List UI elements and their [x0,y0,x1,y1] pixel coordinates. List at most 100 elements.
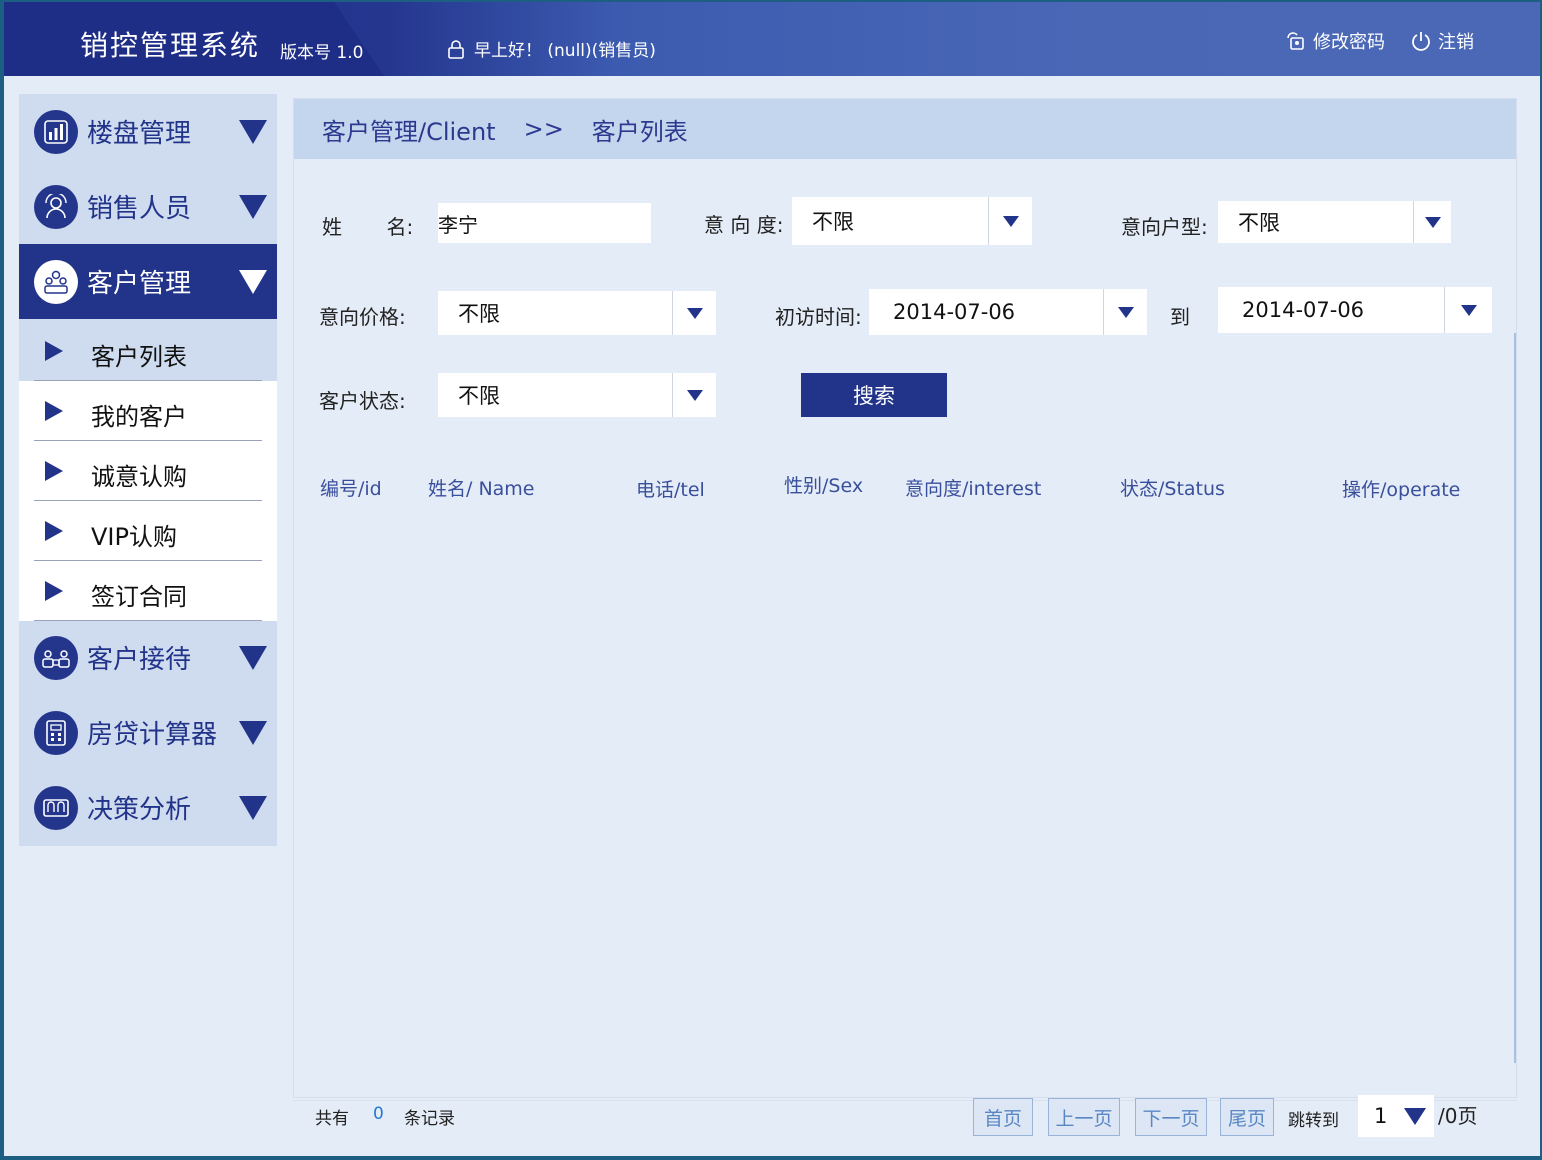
sidebar-item-decision-analysis[interactable]: 决策分析 [19,770,277,845]
submenu-item-label: 我的客户 [91,403,187,431]
app-window: 销控管理系统 版本号 1.0 早上好！ (null)(销售员) 修改密码 注销 [4,2,1540,1156]
chevron-down-icon[interactable] [988,197,1032,245]
caret-right-icon [45,521,63,541]
submenu-item-label: VIP认购 [91,523,177,551]
breadcrumb-current: 客户列表 [591,117,688,146]
submenu-item-label: 签订合同 [91,583,187,611]
name-input[interactable]: 李宁 [438,203,651,243]
column-header-operate: 操作/operate [1342,479,1461,501]
key-icon [1287,32,1304,50]
next-page-button[interactable]: 下一页 [1135,1098,1207,1136]
column-header-name: 姓名/ Name [428,478,535,500]
page-jump-value: 1 [1374,1104,1388,1128]
change-password-label: 修改密码 [1313,32,1385,53]
chevron-down-icon[interactable] [1413,201,1451,243]
jump-label: 跳转到 [1288,1111,1339,1131]
visit-from-select[interactable]: 2014-07-06 [869,289,1147,335]
status-select-value: 不限 [458,384,500,408]
chevron-down-icon [1404,1107,1426,1125]
column-header-sex: 性别/Sex [784,475,864,497]
sidebar-item-mortgage-calculator[interactable]: 房贷计算器 [19,695,277,770]
chevron-down-icon[interactable] [1444,287,1492,333]
customers-icon [34,259,78,304]
logout-button[interactable]: 注销 [1410,28,1474,54]
total-count: 0 [373,1104,384,1124]
chevron-down-icon [239,795,267,820]
price-select-value: 不限 [458,302,500,326]
column-header-id: 编号/id [320,478,382,500]
house-type-select-value: 不限 [1238,211,1280,235]
submenu-item-my-customers[interactable]: 我的客户 [19,381,277,441]
prev-page-button[interactable]: 上一页 [1048,1098,1120,1136]
chevron-down-icon [239,194,267,219]
visit-from-value: 2014-07-06 [893,300,1016,324]
analysis-icon [34,785,78,830]
caret-right-icon [45,581,63,601]
page-jump-select[interactable]: 1 [1358,1095,1434,1137]
logout-label: 注销 [1438,32,1474,53]
sidebar-item-buildings[interactable]: 楼盘管理 [19,94,277,169]
house-type-select[interactable]: 不限 [1218,201,1451,243]
footer-divider [293,1100,1517,1101]
calculator-icon [34,710,78,755]
status-select[interactable]: 不限 [438,373,716,417]
breadcrumb-separator: >> [523,115,564,143]
intent-select-value: 不限 [812,210,854,234]
name-label: 姓 名: [322,215,414,239]
intent-label: 意 向 度: [704,213,784,237]
chevron-down-icon [239,119,267,144]
sidebar-item-label: 房贷计算器 [87,720,218,750]
page-total: /0页 [1438,1104,1478,1128]
price-label: 意向价格: [319,305,406,329]
column-header-interest: 意向度/interest [905,478,1042,500]
change-password-button[interactable]: 修改密码 [1285,28,1385,54]
chevron-down-icon[interactable] [1103,289,1147,335]
chevron-down-icon [239,269,267,294]
total-prefix: 共有 [315,1109,349,1129]
chevron-down-icon [239,645,267,670]
chevron-down-icon[interactable] [672,291,716,335]
last-page-button[interactable]: 尾页 [1220,1098,1274,1136]
submenu-item-customer-list[interactable]: 客户列表 [19,321,277,381]
visit-to-value: 2014-07-06 [1242,298,1365,322]
intent-select[interactable]: 不限 [792,197,1032,245]
submenu-item-label: 客户列表 [91,343,187,371]
sidebar-item-label: 决策分析 [87,795,192,825]
visit-time-label: 初访时间: [775,305,862,329]
first-page-button[interactable]: 首页 [973,1098,1033,1136]
customer-submenu: 客户列表 我的客户 诚意认购 VIP认购 签订合同 [19,321,277,621]
salesperson-icon [34,184,78,229]
sidebar-item-customers[interactable]: 客户管理 [19,244,277,319]
app-title: 销控管理系统 [80,29,261,62]
reception-icon [34,635,78,680]
sidebar-item-reception[interactable]: 客户接待 [19,620,277,695]
breadcrumb-section[interactable]: 客户管理/Client [322,112,496,147]
name-input-value: 李宁 [438,212,478,237]
sidebar-item-label: 客户接待 [87,645,192,675]
visit-to-select[interactable]: 2014-07-06 [1218,287,1492,333]
scrollbar[interactable] [1514,333,1516,1063]
submenu-item-label: 诚意认购 [91,463,187,491]
submenu-item-vip-subscription[interactable]: VIP认购 [19,501,277,561]
price-select[interactable]: 不限 [438,291,716,335]
search-button[interactable]: 搜索 [801,373,947,417]
submenu-item-sincere-subscription[interactable]: 诚意认购 [19,441,277,501]
main-panel: 客户管理/Client >> 客户列表 姓 名: 李宁 意 向 度: 不限 意向… [293,98,1517,1098]
breadcrumb: 客户管理/Client >> 客户列表 [294,99,1516,159]
lock-icon [448,39,464,59]
to-label: 到 [1170,305,1190,329]
version-label: 版本号 1.0 [280,43,364,63]
chevron-down-icon [239,720,267,745]
submenu-item-sign-contract[interactable]: 签订合同 [19,561,277,621]
sidebar: 楼盘管理 销售人员 客户管理 客户列表 我的客户 诚意认购 VIP认购 签订合同… [19,94,277,846]
sidebar-item-label: 销售人员 [87,194,192,224]
greeting: 早上好！ (null)(销售员) [446,36,656,61]
sidebar-item-label: 楼盘管理 [87,119,192,149]
total-suffix: 条记录 [404,1109,455,1129]
greeting-text: 早上好！ (null)(销售员) [474,41,656,61]
bar-chart-icon [34,109,78,154]
sidebar-item-salespeople[interactable]: 销售人员 [19,169,277,244]
column-header-tel: 电话/tel [636,479,705,501]
chevron-down-icon[interactable] [672,373,716,417]
status-label: 客户状态: [319,389,406,413]
